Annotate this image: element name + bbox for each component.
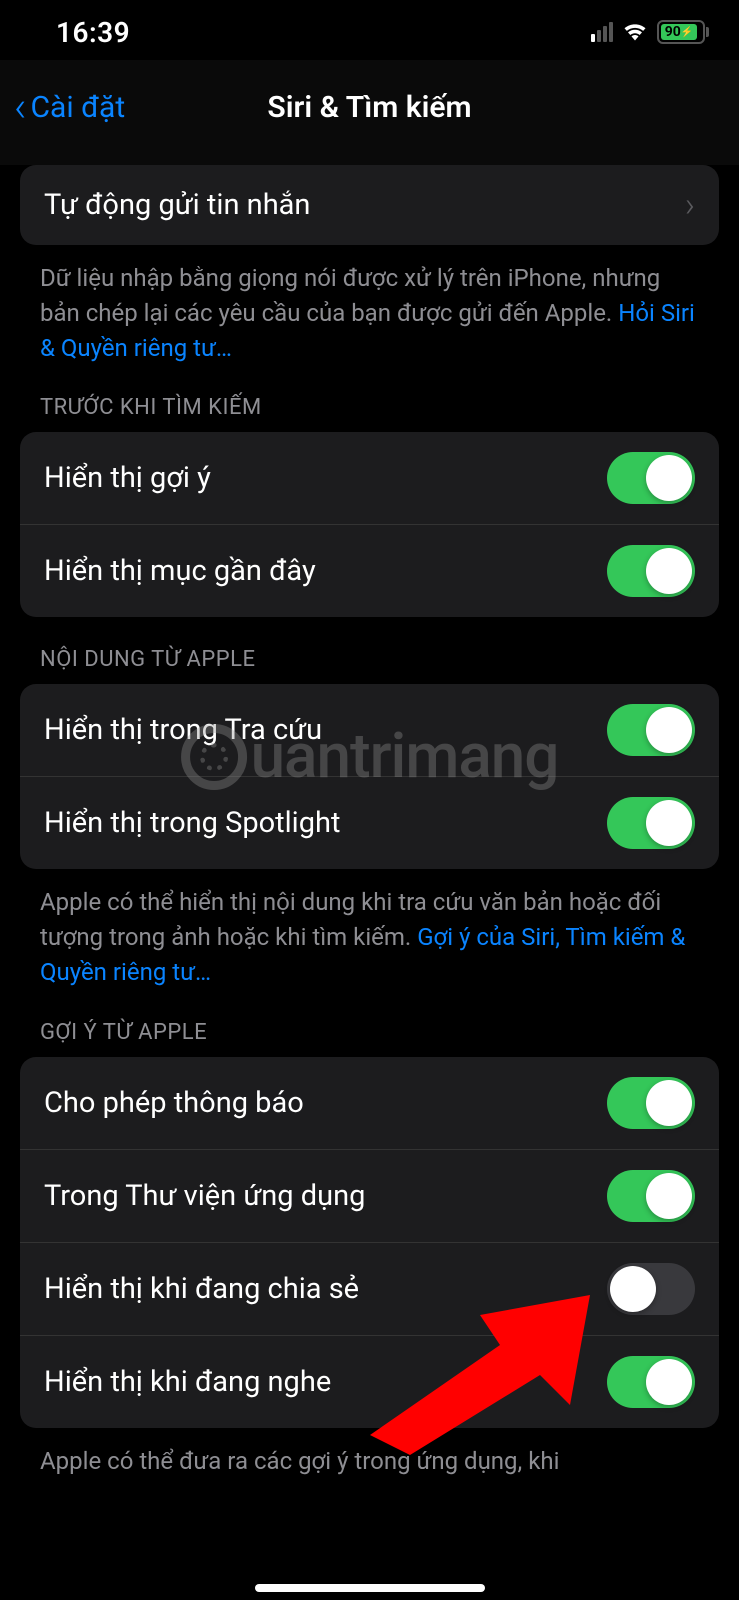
row-show-when-sharing: Hiển thị khi đang chia sẻ <box>20 1242 719 1335</box>
page-title: Siri & Tìm kiếm <box>267 90 471 125</box>
battery-icon: 90⚡ <box>657 20 709 44</box>
home-indicator[interactable] <box>255 1584 485 1592</box>
footer-text-apple-content: Apple có thể hiển thị nội dung khi tra c… <box>20 869 719 989</box>
group-before-search: Hiển thị gợi ý Hiển thị mục gần đây <box>20 432 719 617</box>
back-button[interactable]: ‹ Cài đặt <box>14 87 125 129</box>
row-label: Trong Thư viện ứng dụng <box>44 1179 365 1213</box>
row-label: Tự động gửi tin nhắn <box>44 188 310 222</box>
toggle-show-in-lookup[interactable] <box>607 704 695 756</box>
toggle-show-when-sharing[interactable] <box>607 1263 695 1315</box>
group-apple-suggestions: Cho phép thông báo Trong Thư viện ứng dụ… <box>20 1057 719 1428</box>
footer-text-apple-suggestions: Apple có thể đưa ra các gợi ý trong ứng … <box>20 1428 719 1479</box>
toggle-show-suggestions[interactable] <box>607 452 695 504</box>
wifi-icon <box>621 19 649 45</box>
chevron-left-icon: ‹ <box>14 87 27 129</box>
row-show-in-spotlight: Hiển thị trong Spotlight <box>20 776 719 869</box>
toggle-allow-notifications[interactable] <box>607 1077 695 1129</box>
toggle-show-in-spotlight[interactable] <box>607 797 695 849</box>
row-allow-notifications: Cho phép thông báo <box>20 1057 719 1149</box>
status-time: 16:39 <box>56 16 130 49</box>
row-label: Cho phép thông báo <box>44 1086 304 1120</box>
row-auto-send-messages[interactable]: Tự động gửi tin nhắn › <box>20 165 719 245</box>
row-label: Hiển thị mục gần đây <box>44 554 316 588</box>
row-show-recents: Hiển thị mục gần đây <box>20 524 719 617</box>
row-label: Hiển thị gợi ý <box>44 461 211 495</box>
row-label: Hiển thị khi đang nghe <box>44 1365 331 1399</box>
status-icons: 90⚡ <box>591 19 709 45</box>
row-label: Hiển thị trong Tra cứu <box>44 713 322 747</box>
toggle-show-when-listening[interactable] <box>607 1356 695 1408</box>
row-show-when-listening: Hiển thị khi đang nghe <box>20 1335 719 1428</box>
section-header-apple-content: NỘI DUNG TỪ APPLE <box>20 617 719 684</box>
status-bar: 16:39 90⚡ <box>0 0 739 60</box>
row-in-app-library: Trong Thư viện ứng dụng <box>20 1149 719 1242</box>
section-header-before-search: TRƯỚC KHI TÌM KIẾM <box>20 365 719 432</box>
footer-text-voice: Dữ liệu nhập bằng giọng nói được xử lý t… <box>20 245 719 365</box>
row-label: Hiển thị trong Spotlight <box>44 806 340 840</box>
group-apple-content: Hiển thị trong Tra cứu Hiển thị trong Sp… <box>20 684 719 869</box>
nav-header: ‹ Cài đặt Siri & Tìm kiếm <box>0 60 739 165</box>
toggle-show-recents[interactable] <box>607 545 695 597</box>
group-auto-send: Tự động gửi tin nhắn › <box>20 165 719 245</box>
row-label: Hiển thị khi đang chia sẻ <box>44 1272 359 1306</box>
row-show-in-lookup: Hiển thị trong Tra cứu <box>20 684 719 776</box>
cellular-signal-icon <box>591 22 613 42</box>
back-label: Cài đặt <box>31 90 126 125</box>
section-header-apple-suggestions: GỢI Ý TỪ APPLE <box>20 990 719 1057</box>
chevron-right-icon: › <box>685 185 695 225</box>
toggle-in-app-library[interactable] <box>607 1170 695 1222</box>
row-show-suggestions: Hiển thị gợi ý <box>20 432 719 524</box>
